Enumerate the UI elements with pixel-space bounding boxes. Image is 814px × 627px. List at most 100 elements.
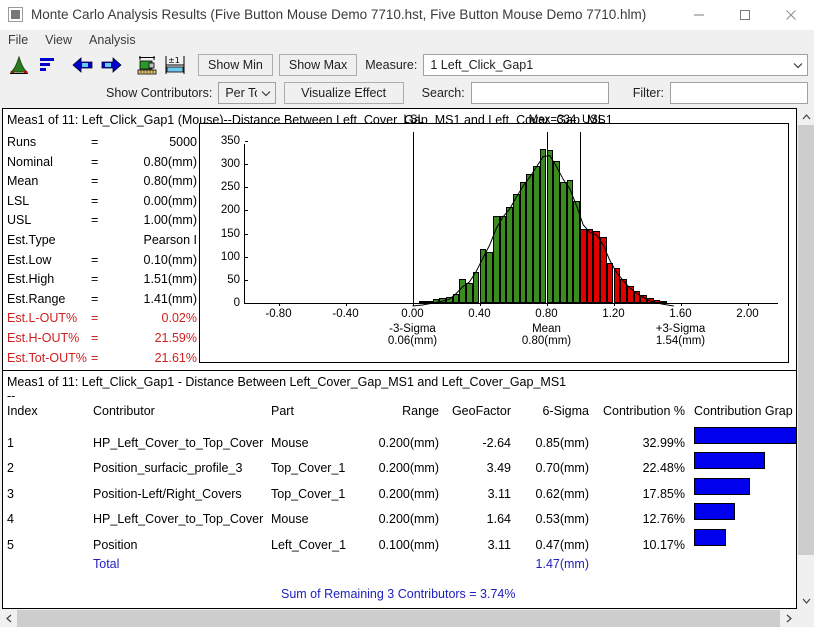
search-input[interactable] <box>471 82 609 104</box>
plot-area: 050100150200250300350-0.80-0.400.000.400… <box>244 144 778 304</box>
y-axis-tick: 350 <box>221 135 245 147</box>
scroll-up-icon[interactable] <box>798 108 814 125</box>
stat-name: Est.Tot-OUT% <box>7 351 91 365</box>
cell-index: 2 <box>7 461 93 475</box>
stat-equals: = <box>91 135 113 149</box>
stat-name: Est.High <box>7 272 91 286</box>
stat-value: 1.41(mm) <box>113 292 197 306</box>
stat-equals: = <box>91 351 113 365</box>
menu-item-view[interactable]: View <box>45 33 81 47</box>
filter-input[interactable] <box>670 82 808 104</box>
cell-contributor: Position-Left/Right_Covers <box>93 487 271 501</box>
stat-value: 0.02% <box>113 311 197 325</box>
toolbar-secondary: Show Contributors: Per Tolerance Visuali… <box>0 80 814 106</box>
y-axis-tick: 300 <box>221 158 245 170</box>
cell-contribution-graph <box>685 532 795 549</box>
stat-name: Mean <box>7 174 91 188</box>
cell-index: 3 <box>7 487 93 501</box>
cell-contribution-graph <box>685 430 795 447</box>
stat-equals: = <box>91 194 113 208</box>
sum-remaining-note: Sum of Remaining 3 Contributors = 3.74% <box>7 581 796 601</box>
table-row[interactable]: 4HP_Left_Cover_to_Top_CoverMouse0.200(mm… <box>7 506 796 532</box>
stat-value: 1.00(mm) <box>113 213 197 227</box>
cell-index: 1 <box>7 436 93 450</box>
vertical-scrollbar[interactable] <box>797 108 814 609</box>
stat-equals: = <box>91 311 113 325</box>
stat-equals: = <box>91 272 113 286</box>
histogram-distribution-icon[interactable] <box>6 52 32 78</box>
bar-chart-icon[interactable] <box>34 52 60 78</box>
stat-name: Nominal <box>7 155 91 169</box>
cell-six-sigma: 0.62(mm) <box>511 487 589 501</box>
menu-item-file[interactable]: File <box>8 33 37 47</box>
measurement-summary-panel: Meas1 of 11: Left_Click_Gap1 (Mouse)--Di… <box>3 109 796 371</box>
cell-contributor: HP_Left_Cover_to_Top_Cover <box>93 436 271 450</box>
spec-limit-line <box>413 132 414 303</box>
vertical-scroll-track[interactable] <box>798 125 814 592</box>
cell-contributor: Position_surfacic_profile_3 <box>93 461 271 475</box>
show-contributors-select[interactable]: Per Tolerance <box>218 82 275 104</box>
title-bar: Monte Carlo Analysis Results (Five Butto… <box>0 0 814 30</box>
contributors-title: Meas1 of 11: Left_Click_Gap1 - Distance … <box>7 375 796 389</box>
visualize-effect-button[interactable]: Visualize Effect <box>284 82 404 104</box>
maximize-icon[interactable] <box>722 0 768 30</box>
show-max-button[interactable]: Show Max <box>279 54 357 76</box>
report-canvas: Meas1 of 11: Left_Click_Gap1 (Mouse)--Di… <box>2 108 797 609</box>
scrollbar-corner <box>797 610 814 627</box>
table-row[interactable]: 2Position_surfacic_profile_3Top_Cover_10… <box>7 455 796 481</box>
window-controls <box>676 0 814 30</box>
cell-index: 4 <box>7 512 93 526</box>
cell-geofactor: 3.11 <box>439 487 511 501</box>
axis-note-label: -3-Sigma <box>388 323 437 335</box>
previous-arrow-icon[interactable] <box>70 52 96 78</box>
axis-note-value: 0.06(mm) <box>388 335 437 347</box>
stat-row: Nominal=0.80(mm) <box>7 155 197 175</box>
stat-value: 21.59% <box>113 331 197 345</box>
y-axis-tick: 0 <box>234 297 245 309</box>
stat-row: Est.Low=0.10(mm) <box>7 253 197 273</box>
column-header-part: Part <box>271 404 357 418</box>
vertical-scroll-thumb[interactable] <box>798 125 814 555</box>
cell-contributor: Position <box>93 538 271 552</box>
cell-geofactor: 3.49 <box>439 461 511 475</box>
stat-row: Est.High=1.51(mm) <box>7 272 197 292</box>
scroll-right-icon[interactable] <box>780 610 797 627</box>
stat-equals: = <box>91 331 113 345</box>
content-area: Meas1 of 11: Left_Click_Gap1 (Mouse)--Di… <box>0 106 814 609</box>
y-axis-tick: 50 <box>227 274 245 286</box>
horizontal-scrollbar[interactable] <box>0 610 814 627</box>
tolerance-icon[interactable]: ±1 <box>162 52 188 78</box>
table-row[interactable]: 1HP_Left_Cover_to_Top_CoverMouse0.200(mm… <box>7 430 796 456</box>
cell-part: Mouse <box>271 436 357 450</box>
toolbar-primary: ±1 Show Min Show Max Measure: 1 Left_Cli… <box>0 50 814 80</box>
stat-row: Est.TypePearson I <box>7 233 197 253</box>
menu-bar: File View Analysis <box>0 30 814 50</box>
minimize-icon[interactable] <box>676 0 722 30</box>
stat-row: LSL=0.00(mm) <box>7 194 197 214</box>
cell-part: Mouse <box>271 512 357 526</box>
table-row[interactable]: 3Position-Left/Right_CoversTop_Cover_10.… <box>7 481 796 507</box>
next-arrow-icon[interactable] <box>98 52 124 78</box>
cell-contribution-percent: 12.76% <box>589 512 685 526</box>
cell-geofactor: 1.64 <box>439 512 511 526</box>
cell-part: Top_Cover_1 <box>271 487 357 501</box>
close-icon[interactable] <box>768 0 814 30</box>
show-min-button[interactable]: Show Min <box>198 54 273 76</box>
horizontal-scroll-thumb[interactable] <box>17 610 780 627</box>
stat-value: 21.61% <box>113 351 197 365</box>
table-row[interactable]: 5PositionLeft_Cover_10.100(mm)3.110.47(m… <box>7 532 796 558</box>
measurement-setup-icon[interactable] <box>134 52 160 78</box>
cell-range: 0.200(mm) <box>357 487 439 501</box>
stat-value: 0.00(mm) <box>113 194 197 208</box>
menu-item-analysis[interactable]: Analysis <box>89 33 145 47</box>
cell-contribution-percent: 17.85% <box>589 487 685 501</box>
scroll-down-icon[interactable] <box>798 592 814 609</box>
cell-range: 0.200(mm) <box>357 461 439 475</box>
stat-row: Runs=5000 <box>7 135 197 155</box>
column-header-index: Index <box>7 404 93 418</box>
cell-six-sigma: 0.85(mm) <box>511 436 589 450</box>
stat-row: Est.H-OUT%=21.59% <box>7 331 197 351</box>
cell-range: 0.200(mm) <box>357 512 439 526</box>
measure-select[interactable]: 1 Left_Click_Gap1 <box>423 54 808 76</box>
scroll-left-icon[interactable] <box>0 610 17 627</box>
